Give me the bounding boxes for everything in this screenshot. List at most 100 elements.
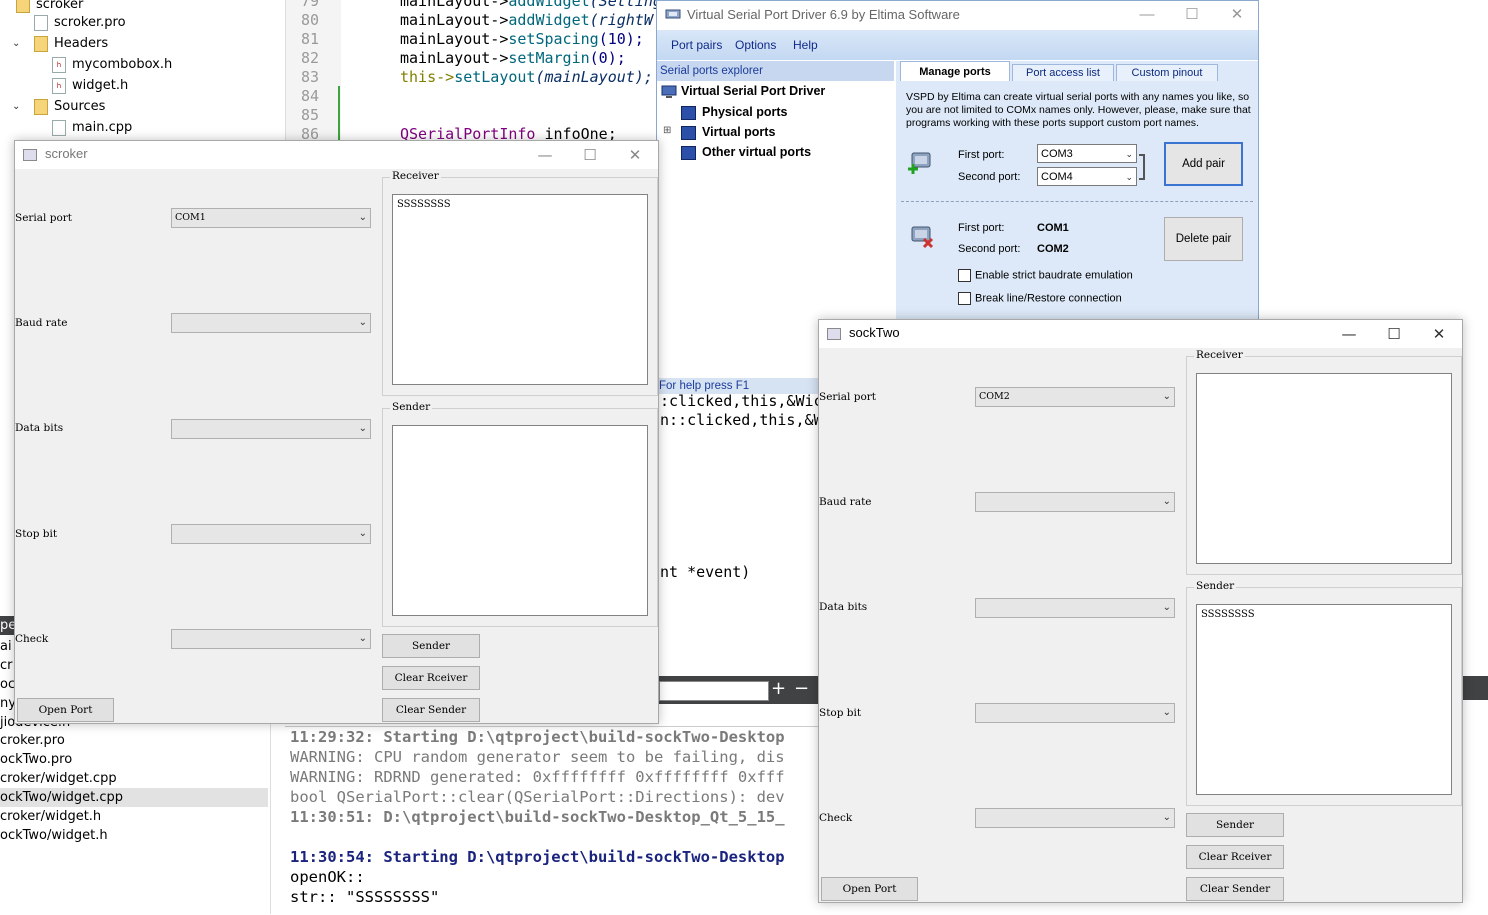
check-combo[interactable]: ⌄ (171, 629, 371, 649)
sender-button[interactable]: Sender (382, 634, 480, 658)
folder-icon (34, 35, 48, 52)
list-item-selected[interactable]: ockTwo/widget.cpp (0, 788, 268, 807)
receiver-group-title: Receiver (1194, 349, 1245, 361)
receiver-textbox[interactable]: SSSSSSSS (392, 194, 648, 385)
tree-item-virtual-ports[interactable]: Virtual ports (681, 125, 775, 140)
open-port-button[interactable]: Open Port (821, 877, 918, 901)
line-number: 81 (300, 30, 319, 48)
minimize-icon[interactable]: — (1132, 4, 1162, 26)
receiver-textbox[interactable] (1196, 373, 1452, 564)
close-icon[interactable]: ✕ (1222, 4, 1252, 26)
data-bits-combo[interactable]: ⌄ (171, 419, 371, 439)
header-file-icon: h (52, 56, 66, 73)
sender-textbox[interactable]: SSSSSSSS (1196, 604, 1452, 795)
second-port-combo[interactable]: COM4 ⌄ (1037, 167, 1137, 186)
serial-port-combo[interactable]: COM2 ⌄ (975, 387, 1175, 407)
chevron-down-icon: ⌄ (1162, 391, 1171, 402)
code-line: mainLayout->setMargin(0); (400, 49, 626, 67)
clear-sender-button[interactable]: Clear Sender (382, 698, 480, 722)
line-number-gutter: 79 80 81 82 83 84 85 86 (286, 0, 341, 143)
tree-item-widget-h[interactable]: h widget.h (52, 76, 128, 96)
clear-receiver-button[interactable]: Clear Rceiver (1186, 845, 1284, 869)
add-pair-icon (908, 152, 931, 174)
chevron-down-icon[interactable]: ⌄ (12, 38, 20, 49)
data-bits-combo[interactable]: ⌄ (975, 598, 1175, 618)
socktwo-titlebar[interactable]: sockTwo — ☐ ✕ (819, 320, 1462, 348)
expand-plus-icon[interactable]: ⊞ (663, 125, 671, 136)
clear-receiver-button[interactable]: Clear Rceiver (382, 666, 480, 690)
minimize-icon[interactable]: — (1327, 322, 1371, 346)
break-line-checkbox[interactable]: Break line/Restore connection (958, 292, 1122, 305)
vspd-window: Virtual Serial Port Driver 6.9 by Eltima… (656, 0, 1259, 321)
serial-port-combo[interactable]: COM1 ⌄ (171, 208, 371, 228)
tree-item-sources[interactable]: Sources (34, 97, 105, 117)
output-toolbar: + − (657, 676, 818, 704)
clear-sender-button[interactable]: Clear Sender (1186, 877, 1284, 901)
pro-file-icon (34, 14, 48, 31)
maximize-icon[interactable]: ☐ (568, 143, 612, 167)
list-item[interactable]: croker/widget.h (0, 807, 268, 826)
menu-port-pairs[interactable]: Port pairs (671, 38, 722, 52)
sender-textbox[interactable] (392, 425, 648, 616)
tree-item-physical-ports[interactable]: Physical ports (681, 105, 787, 120)
tree-item-other-virtual-ports[interactable]: Other virtual ports (681, 145, 811, 160)
list-item[interactable]: croker.pro (0, 731, 268, 750)
window-title: scroker (45, 146, 88, 161)
list-item[interactable]: ockTwo.pro (0, 750, 268, 769)
info-text: VSPD by Eltima can create virtual serial… (906, 91, 1251, 129)
check-label: Check (15, 633, 49, 645)
vspd-tabs: Manage ports Port access list Custom pin… (896, 61, 1258, 83)
first-port-combo[interactable]: COM3 ⌄ (1037, 144, 1137, 163)
stop-bit-combo[interactable]: ⌄ (171, 524, 371, 544)
line-number: 84 (300, 87, 319, 105)
zoom-in-icon[interactable]: + (771, 678, 786, 700)
menu-options[interactable]: Options (735, 38, 776, 52)
close-icon[interactable]: ✕ (1417, 322, 1461, 346)
open-port-button[interactable]: Open Port (17, 698, 114, 722)
port-icon (681, 105, 696, 120)
vspd-app-icon (665, 9, 681, 19)
tab-custom-pinout[interactable]: Custom pinout (1116, 64, 1218, 82)
zoom-out-icon[interactable]: − (794, 678, 809, 700)
tree-item-main-cpp[interactable]: main.cpp (52, 118, 132, 138)
application-output: 11:29:32: Starting D:\qtproject\build-so… (285, 726, 818, 915)
vspd-right-pane: Manage ports Port access list Custom pin… (896, 61, 1258, 321)
close-icon[interactable]: ✕ (613, 143, 657, 167)
tree-item-scroker-pro[interactable]: scroker.pro (34, 13, 126, 33)
window-icon (827, 328, 841, 340)
minimize-icon[interactable]: — (523, 143, 567, 167)
output-filter-input[interactable] (659, 681, 769, 701)
code-editor-fragment[interactable]: :clicked,this,&Wic n::clicked,this,&W nt… (657, 392, 823, 676)
menu-help[interactable]: Help (793, 38, 818, 52)
add-pair-button[interactable]: Add pair (1164, 142, 1243, 186)
check-combo[interactable]: ⌄ (975, 808, 1175, 828)
list-item[interactable]: croker/widget.cpp (0, 769, 268, 788)
tab-manage-ports[interactable]: Manage ports (900, 61, 1010, 83)
maximize-icon[interactable]: ☐ (1177, 4, 1207, 26)
code-editor[interactable]: 79 80 81 82 83 84 85 86 mainLayout->addW… (285, 0, 662, 143)
chevron-down-icon: ⌄ (1162, 496, 1171, 507)
project-tree: scroker scroker.pro ⌄ Headers h mycombobo… (0, 0, 285, 140)
maximize-icon[interactable]: ☐ (1372, 322, 1416, 346)
tab-port-access-list[interactable]: Port access list (1012, 64, 1114, 82)
strict-baudrate-checkbox[interactable]: Enable strict baudrate emulation (958, 269, 1133, 282)
port-icon (681, 125, 696, 140)
chevron-down-icon: ⌄ (1162, 707, 1171, 718)
tree-item-mycombobox-h[interactable]: h mycombobox.h (52, 55, 172, 75)
vspd-titlebar[interactable]: Virtual Serial Port Driver 6.9 by Eltima… (657, 1, 1258, 30)
delete-pair-button[interactable]: Delete pair (1164, 217, 1243, 261)
baud-rate-combo[interactable]: ⌄ (171, 313, 371, 333)
scroker-titlebar[interactable]: scroker — ☐ ✕ (15, 141, 658, 169)
tree-item-headers[interactable]: Headers (34, 34, 108, 54)
toolbar-strip (1462, 676, 1488, 700)
sender-button[interactable]: Sender (1186, 813, 1284, 837)
list-item[interactable]: ockTwo/widget.h (0, 826, 268, 845)
baud-rate-combo[interactable]: ⌄ (975, 492, 1175, 512)
stop-bit-combo[interactable]: ⌄ (975, 703, 1175, 723)
output-line: 11:29:32: Starting D:\qtproject\build-so… (290, 728, 785, 746)
list-item[interactable]: pe (0, 616, 16, 635)
tree-root[interactable]: Virtual Serial Port Driver (661, 84, 825, 99)
line-number: 83 (300, 68, 319, 86)
folder-icon (34, 98, 48, 115)
chevron-down-icon[interactable]: ⌄ (12, 101, 20, 112)
